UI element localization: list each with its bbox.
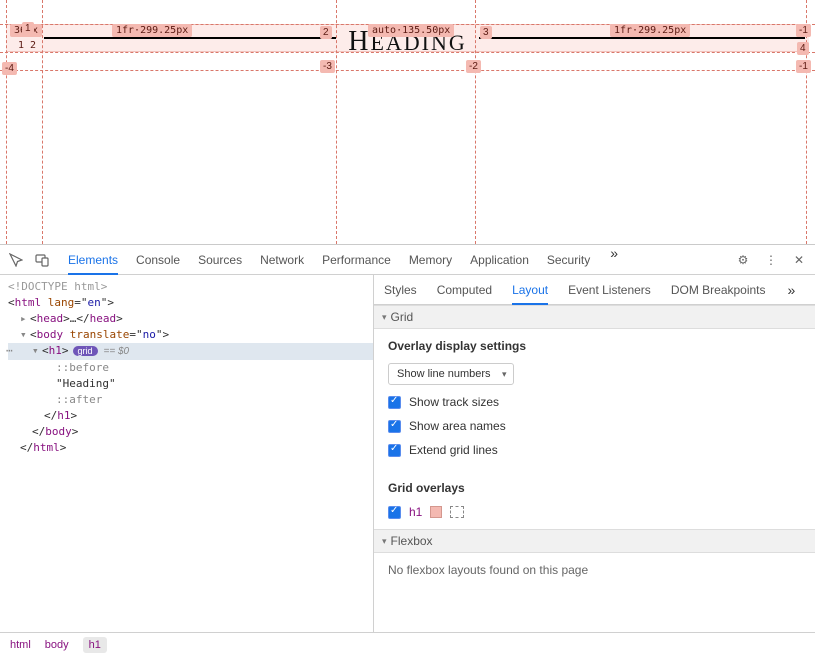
grid-line-2 bbox=[42, 0, 43, 244]
checkbox-checked-icon[interactable] bbox=[388, 396, 401, 409]
tab-network[interactable]: Network bbox=[260, 246, 304, 274]
col-size-2: auto·135.50px bbox=[368, 24, 454, 37]
cb-track-label: Show track sizes bbox=[409, 395, 499, 409]
side-tab-listeners[interactable]: Event Listeners bbox=[568, 276, 651, 303]
grid-rowline-2 bbox=[0, 52, 815, 53]
side-panel: Styles Computed Layout Event Listeners D… bbox=[374, 275, 815, 632]
tab-security[interactable]: Security bbox=[547, 246, 590, 274]
dom-html-close[interactable]: </html> bbox=[8, 440, 373, 456]
dom-html-open[interactable]: <html lang="en"> bbox=[8, 295, 373, 311]
grid-num-neg2: -2 bbox=[466, 60, 481, 73]
dom-doctype[interactable]: <!DOCTYPE html> bbox=[8, 279, 373, 295]
crumb-h1[interactable]: h1 bbox=[83, 637, 107, 653]
page-preview: HEADING 36px 1fr·299.25px auto·135.50px … bbox=[0, 0, 815, 244]
device-icon[interactable] bbox=[32, 250, 52, 270]
color-swatch[interactable] bbox=[430, 506, 442, 518]
dom-before[interactable]: ::before bbox=[8, 360, 373, 376]
heading-rule-left bbox=[44, 37, 336, 39]
tab-memory[interactable]: Memory bbox=[409, 246, 452, 274]
grid-num-3: 3 bbox=[480, 26, 492, 39]
cb-area-label: Show area names bbox=[409, 419, 506, 433]
grid-line-3 bbox=[336, 0, 337, 244]
grid-num-neg3: -3 bbox=[320, 60, 335, 73]
side-tab-dombp[interactable]: DOM Breakpoints bbox=[671, 276, 766, 303]
layout-preview-icon[interactable] bbox=[450, 506, 464, 518]
dom-h1-close[interactable]: </h1> bbox=[8, 408, 373, 424]
grid-badge[interactable]: grid bbox=[73, 346, 98, 356]
select-value: Show line numbers bbox=[397, 368, 491, 380]
crumb-body[interactable]: body bbox=[45, 639, 69, 651]
checkbox-checked-icon[interactable] bbox=[388, 444, 401, 457]
overlay-settings-heading: Overlay display settings bbox=[388, 339, 801, 353]
section-grid-label: Grid bbox=[391, 310, 414, 324]
tab-sources[interactable]: Sources bbox=[198, 246, 242, 274]
elements-panel: <!DOCTYPE html> <html lang="en"> ▸<head>… bbox=[0, 275, 374, 632]
grid-line-1 bbox=[6, 0, 7, 244]
overlay-item-h1[interactable]: h1 bbox=[388, 505, 801, 519]
heading-rule-right bbox=[479, 37, 805, 39]
devtools-toolbar: Elements Console Sources Network Perform… bbox=[0, 245, 815, 275]
grid-num-neg1b: -1 bbox=[796, 24, 811, 37]
grid-num-2: 2 bbox=[320, 26, 332, 39]
tab-performance[interactable]: Performance bbox=[322, 246, 391, 274]
grid-num-neg4: -4 bbox=[2, 62, 17, 75]
breadcrumb: html body h1 bbox=[0, 632, 815, 656]
cb-extend-lines[interactable]: Extend grid lines bbox=[388, 443, 801, 457]
checkbox-checked-icon[interactable] bbox=[388, 506, 401, 519]
grid-num-4: 4 bbox=[797, 42, 809, 55]
side-tabs: Styles Computed Layout Event Listeners D… bbox=[374, 275, 815, 305]
tab-elements[interactable]: Elements bbox=[68, 246, 118, 275]
dom-body-open[interactable]: ▾<body translate="no"> bbox=[8, 327, 373, 343]
tabs-overflow-icon[interactable]: » bbox=[608, 246, 620, 274]
flexbox-empty-msg: No flexbox layouts found on this page bbox=[374, 553, 815, 587]
side-tab-styles[interactable]: Styles bbox=[384, 276, 417, 303]
side-tab-computed[interactable]: Computed bbox=[437, 276, 492, 303]
dom-text[interactable]: "Heading" bbox=[8, 376, 373, 392]
kebab-icon[interactable]: ⋮ bbox=[761, 250, 781, 270]
devtools: Elements Console Sources Network Perform… bbox=[0, 244, 815, 656]
row-sizes: 1 2 bbox=[18, 40, 36, 51]
cb-extend-label: Extend grid lines bbox=[409, 443, 498, 457]
toolbar-tabs: Elements Console Sources Network Perform… bbox=[68, 246, 727, 274]
side-tab-layout[interactable]: Layout bbox=[512, 276, 548, 305]
dom-body-close[interactable]: </body> bbox=[8, 424, 373, 440]
tab-application[interactable]: Application bbox=[470, 246, 529, 274]
dom-tree[interactable]: <!DOCTYPE html> <html lang="en"> ▸<head>… bbox=[0, 275, 373, 632]
cb-area-names[interactable]: Show area names bbox=[388, 419, 801, 433]
grid-num-1: 1 bbox=[22, 22, 34, 35]
layout-pane: ▾Grid Overlay display settings Show line… bbox=[374, 305, 815, 632]
close-icon[interactable]: ✕ bbox=[789, 250, 809, 270]
inspect-icon[interactable] bbox=[6, 250, 26, 270]
section-grid[interactable]: ▾Grid bbox=[374, 305, 815, 329]
crumb-html[interactable]: html bbox=[10, 639, 31, 651]
cb-track-sizes[interactable]: Show track sizes bbox=[388, 395, 801, 409]
dom-after[interactable]: ::after bbox=[8, 392, 373, 408]
settings-icon[interactable]: ⚙ bbox=[733, 250, 753, 270]
grid-num-neg1: -1 bbox=[796, 60, 811, 73]
line-numbers-select[interactable]: Show line numbers bbox=[388, 363, 514, 385]
side-tabs-overflow-icon[interactable]: » bbox=[786, 283, 798, 297]
grid-overlays-heading: Grid overlays bbox=[388, 481, 801, 495]
col-size-1: 1fr·299.25px bbox=[112, 24, 192, 37]
checkbox-checked-icon[interactable] bbox=[388, 420, 401, 433]
section-flexbox[interactable]: ▾Flexbox bbox=[374, 529, 815, 553]
grid-line-4 bbox=[475, 0, 476, 244]
grid-rowline-3 bbox=[0, 70, 815, 71]
dom-head[interactable]: ▸<head>…</head> bbox=[8, 311, 373, 327]
dom-h1-open[interactable]: ▾<h1>grid== $0 bbox=[8, 343, 373, 360]
grid-settings: Overlay display settings Show line numbe… bbox=[374, 329, 815, 529]
overlay-item-label: h1 bbox=[409, 505, 422, 519]
col-size-3: 1fr·299.25px bbox=[610, 24, 690, 37]
tab-console[interactable]: Console bbox=[136, 246, 180, 274]
selected-node-indicator: == $0 bbox=[104, 346, 130, 357]
section-flexbox-label: Flexbox bbox=[391, 534, 433, 548]
